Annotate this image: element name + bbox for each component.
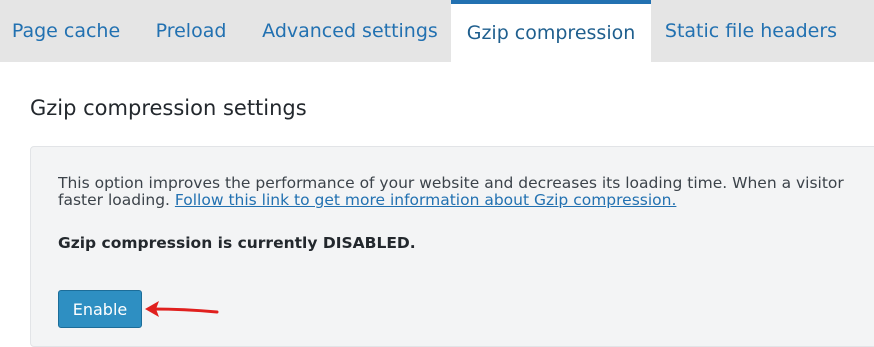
gzip-info-link[interactable]: Follow this link to get more information… — [175, 191, 677, 209]
description-line-2: faster loading. Follow this link to get … — [58, 192, 873, 209]
description-line-2-prefix: faster loading. — [58, 191, 175, 209]
description-line-1: This option improves the performance of … — [58, 175, 844, 192]
arrow-shaft — [151, 307, 219, 314]
tab-advanced-settings[interactable]: Advanced settings — [250, 0, 450, 62]
tab-static-file-headers[interactable]: Static file headers — [651, 0, 851, 62]
tab-gzip-compression[interactable]: Gzip compression — [451, 0, 651, 62]
tab-preload[interactable]: Preload — [132, 0, 250, 62]
annotation-arrow — [145, 301, 219, 317]
enable-button[interactable]: Enable — [58, 290, 142, 328]
tab-page-cache[interactable]: Page cache — [0, 0, 132, 62]
tab-bar: Page cache Preload Advanced settings Gzi… — [0, 0, 874, 62]
section-title: Gzip compression settings — [30, 96, 307, 120]
gzip-status-text: Gzip compression is currently DISABLED. — [58, 234, 416, 252]
description-text: This option improves the performance of … — [58, 175, 873, 209]
